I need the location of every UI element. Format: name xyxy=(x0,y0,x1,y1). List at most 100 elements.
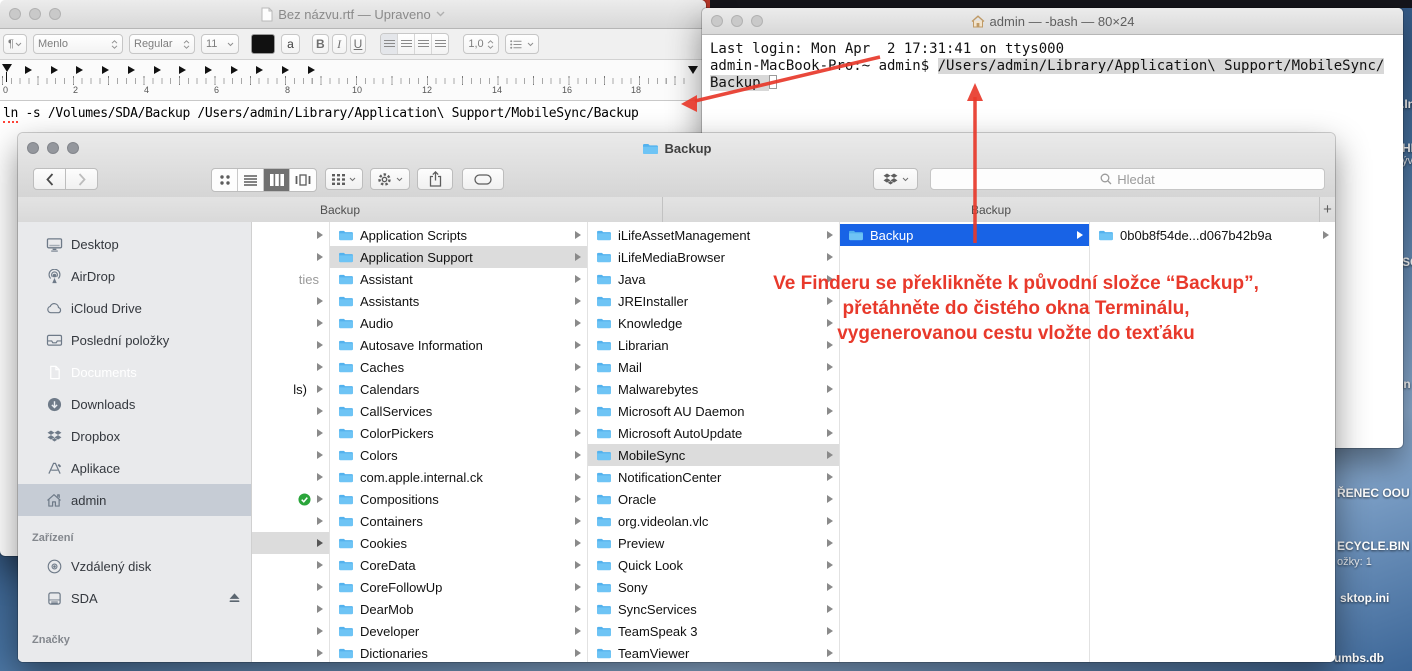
partial-column-row[interactable] xyxy=(252,224,329,246)
sidebar-item[interactable]: Zelená xyxy=(18,652,251,663)
align-right-button[interactable] xyxy=(415,34,433,54)
align-left-button[interactable] xyxy=(381,34,399,54)
file-row[interactable]: NotificationCenter xyxy=(588,466,839,488)
right-margin-marker[interactable] xyxy=(688,66,698,74)
first-line-indent-marker[interactable] xyxy=(2,64,12,72)
typeface-select[interactable]: Regular xyxy=(129,34,195,54)
sidebar-item[interactable]: admin xyxy=(18,484,251,516)
list-view-button[interactable] xyxy=(238,169,264,191)
tab-stop-icon[interactable] xyxy=(204,66,212,74)
file-row[interactable]: CoreFollowUp xyxy=(330,576,587,598)
terminal-titlebar[interactable]: admin — -bash — 80×24 xyxy=(702,8,1403,35)
partial-column-row[interactable] xyxy=(252,422,329,444)
partial-column-row[interactable] xyxy=(252,400,329,422)
file-row[interactable]: Containers xyxy=(330,510,587,532)
close-button[interactable] xyxy=(27,142,39,154)
partial-column-row[interactable]: ties xyxy=(252,268,329,290)
align-center-button[interactable] xyxy=(398,34,416,54)
minimize-button[interactable] xyxy=(47,142,59,154)
textedit-ruler[interactable]: 0 2 4 6 8 10 12 14 16 18 xyxy=(0,60,706,101)
file-row[interactable]: CallServices xyxy=(330,400,587,422)
partial-column-row[interactable] xyxy=(252,290,329,312)
sidebar-item[interactable]: SDA xyxy=(18,582,251,614)
partial-column-row[interactable] xyxy=(252,444,329,466)
finder-traffic-lights[interactable] xyxy=(27,142,79,154)
font-size-select[interactable]: 11 xyxy=(201,34,239,54)
gallery-view-button[interactable] xyxy=(290,169,316,191)
tags-button[interactable] xyxy=(462,168,504,190)
partial-column-row[interactable] xyxy=(252,466,329,488)
partial-column-row[interactable] xyxy=(252,510,329,532)
share-button[interactable] xyxy=(417,168,453,190)
tab-stop-icon[interactable] xyxy=(307,66,315,74)
sidebar-item[interactable]: Downloads xyxy=(18,388,251,420)
file-row[interactable]: Backup xyxy=(840,224,1089,246)
search-input[interactable]: Hledat xyxy=(930,168,1325,190)
partial-column-row[interactable] xyxy=(252,554,329,576)
file-row[interactable]: JREInstaller xyxy=(588,290,839,312)
textedit-titlebar[interactable]: Bez názvu.rtf — Upraveno xyxy=(0,0,706,29)
add-column-button[interactable]: + xyxy=(1320,197,1335,222)
tab-stop-icon[interactable] xyxy=(282,66,289,74)
file-row[interactable]: Application Scripts xyxy=(330,224,587,246)
file-row[interactable]: Preview xyxy=(588,532,839,554)
zoom-button[interactable] xyxy=(751,15,763,27)
misspelled-word[interactable]: ln xyxy=(3,106,18,123)
file-row[interactable]: 0b0b8f54de...d067b42b9a xyxy=(1090,224,1335,246)
file-row[interactable]: Application Support xyxy=(330,246,587,268)
file-row[interactable]: Quick Look xyxy=(588,554,839,576)
line-spacing-select[interactable]: 1,0 xyxy=(463,34,500,54)
close-button[interactable] xyxy=(9,8,21,20)
italic-button[interactable]: I xyxy=(331,34,347,54)
dropbox-toolbar-button[interactable] xyxy=(873,168,918,190)
tab-stop-icon[interactable] xyxy=(25,66,32,74)
file-row[interactable]: Audio xyxy=(330,312,587,334)
icon-view-button[interactable] xyxy=(212,169,238,191)
tab-stop-icon[interactable] xyxy=(76,66,84,74)
file-row[interactable]: Compositions xyxy=(330,488,587,510)
file-row[interactable]: Microsoft AutoUpdate xyxy=(588,422,839,444)
file-row[interactable]: Calendars xyxy=(330,378,587,400)
zoom-button[interactable] xyxy=(67,142,79,154)
file-row[interactable]: Malwarebytes xyxy=(588,378,839,400)
partial-column-row[interactable] xyxy=(252,620,329,642)
file-row[interactable]: Java xyxy=(588,268,839,290)
file-row[interactable]: Oracle xyxy=(588,488,839,510)
file-row[interactable]: Microsoft AU Daemon xyxy=(588,400,839,422)
file-row[interactable]: Autosave Information xyxy=(330,334,587,356)
partial-column-row[interactable] xyxy=(252,488,329,510)
file-row[interactable]: SyncServices xyxy=(588,598,839,620)
tab-stop-icon[interactable] xyxy=(230,66,238,74)
minimize-button[interactable] xyxy=(29,8,41,20)
partial-column-row[interactable] xyxy=(252,312,329,334)
file-row[interactable]: MobileSync xyxy=(588,444,839,466)
sidebar-item[interactable]: Vzdálený disk xyxy=(18,550,251,582)
path-header-cell[interactable]: Backup xyxy=(663,197,1320,222)
file-row[interactable]: TeamViewer xyxy=(588,642,839,662)
terminal-traffic-lights[interactable] xyxy=(711,15,763,27)
arrange-button[interactable] xyxy=(325,168,363,190)
partial-column-row[interactable] xyxy=(252,598,329,620)
file-row[interactable]: iLifeAssetManagement xyxy=(588,224,839,246)
file-row[interactable]: Assistants xyxy=(330,290,587,312)
paragraph-style-select[interactable]: ¶ xyxy=(3,34,27,54)
partial-column-row[interactable] xyxy=(252,576,329,598)
close-button[interactable] xyxy=(711,15,723,27)
terminal-output[interactable]: Last login: Mon Apr 2 17:31:41 on ttys00… xyxy=(702,35,1403,98)
eject-icon[interactable] xyxy=(228,593,241,604)
file-row[interactable]: CoreData xyxy=(330,554,587,576)
file-row[interactable]: Dictionaries xyxy=(330,642,587,662)
file-row[interactable]: Developer xyxy=(330,620,587,642)
partial-column-row[interactable] xyxy=(252,356,329,378)
font-family-select[interactable]: Menlo xyxy=(33,34,123,54)
path-header-cell[interactable]: Backup xyxy=(18,197,663,222)
file-row[interactable]: Colors xyxy=(330,444,587,466)
action-button[interactable] xyxy=(370,168,410,190)
tab-stop-icon[interactable] xyxy=(179,66,187,74)
sidebar-item[interactable]: Desktop xyxy=(18,228,251,260)
file-row[interactable]: TeamSpeak 3 xyxy=(588,620,839,642)
file-row[interactable]: Mail xyxy=(588,356,839,378)
file-row[interactable]: com.apple.internal.ck xyxy=(330,466,587,488)
file-row[interactable]: Cookies xyxy=(330,532,587,554)
file-row[interactable]: Assistant xyxy=(330,268,587,290)
